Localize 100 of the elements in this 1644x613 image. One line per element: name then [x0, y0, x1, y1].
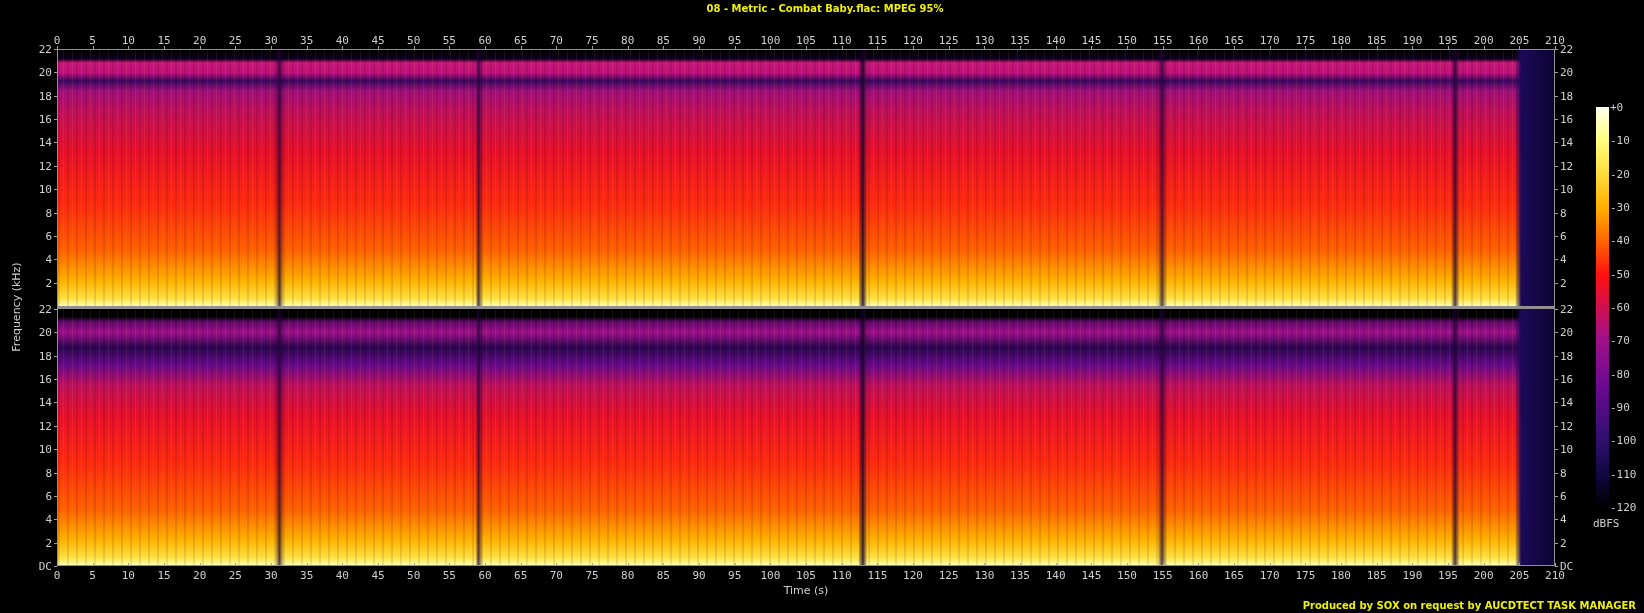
color-scale-label: -80	[1610, 367, 1630, 381]
time-tick-label: 175	[1295, 34, 1316, 47]
frequency-tick-label: 6	[1560, 489, 1567, 503]
time-tick-label: 115	[867, 569, 888, 582]
time-tick-label: 50	[407, 34, 421, 47]
time-tick-label: 160	[1188, 34, 1209, 47]
time-tick-label: 185	[1366, 34, 1387, 47]
time-tick-label: 95	[728, 34, 742, 47]
time-tick-label: 185	[1366, 569, 1387, 582]
time-tick-label: 75	[585, 569, 599, 582]
time-tick-label: 80	[621, 569, 635, 582]
frequency-tick-label: 14	[38, 135, 52, 149]
color-scale-unit: dBFS	[1593, 517, 1620, 530]
time-tick-label: 45	[371, 569, 385, 582]
frequency-tick-label: 4	[1560, 252, 1567, 266]
time-tick-label: 100	[760, 34, 781, 47]
time-tick-label: 25	[228, 569, 242, 582]
time-tick-label: 180	[1331, 569, 1351, 582]
time-tick-label: 90	[692, 34, 706, 47]
color-scale-label: -10	[1610, 133, 1630, 147]
frequency-tick-label: 22	[1560, 302, 1574, 316]
frequency-tick-label: 2	[1560, 536, 1567, 550]
frequency-tick-label: 6	[45, 489, 52, 503]
time-tick-label: 70	[549, 569, 563, 582]
frequency-tick-label: 18	[1560, 349, 1574, 363]
time-tick-label: 5	[89, 569, 96, 582]
time-tick-label: 70	[549, 34, 563, 47]
time-tick-label: 60	[478, 569, 492, 582]
frequency-tick-label: 16	[1560, 372, 1574, 386]
time-tick-label: 130	[974, 569, 995, 582]
time-tick-label: 190	[1402, 34, 1423, 47]
frequency-tick-label: 18	[1560, 89, 1574, 103]
time-tick-label: 55	[442, 34, 456, 47]
color-scale-label: -70	[1610, 333, 1630, 347]
frequency-tick-label: 4	[45, 512, 52, 526]
time-tick-label: 135	[1010, 34, 1030, 47]
frequency-tick-label: 10	[38, 442, 52, 456]
frequency-tick-label: 6	[1560, 229, 1567, 243]
frequency-tick-label: 12	[38, 159, 52, 173]
frequency-tick-label: 16	[38, 372, 52, 386]
color-scale-label: -20	[1610, 167, 1630, 181]
time-tick-label: 65	[514, 569, 528, 582]
time-tick-label: 50	[407, 569, 421, 582]
time-tick-label: 105	[796, 569, 816, 582]
time-tick-label: 165	[1224, 569, 1244, 582]
frequency-tick-label: 12	[1560, 419, 1574, 433]
time-tick-label: 30	[264, 34, 278, 47]
frequency-tick-label: 14	[1560, 135, 1574, 149]
frequency-tick-label: 20	[1560, 65, 1574, 79]
time-tick-label: 25	[228, 34, 242, 47]
frequency-tick-label: 10	[1560, 442, 1574, 456]
frequency-axis-label: Frequency (kHz)	[9, 262, 23, 352]
time-tick-label: 140	[1045, 569, 1066, 582]
color-scale-label: -90	[1610, 400, 1630, 414]
time-tick-label: 145	[1081, 34, 1102, 47]
time-tick-label: 180	[1331, 34, 1351, 47]
frequency-tick-label: 14	[38, 395, 52, 409]
time-tick-label: 0	[53, 34, 61, 47]
frequency-tick-label: 20	[38, 65, 52, 79]
time-tick-label: 35	[300, 569, 314, 582]
time-tick-label: 60	[478, 34, 492, 47]
time-tick-label: 95	[728, 569, 742, 582]
time-tick-label: 20	[193, 569, 207, 582]
frequency-tick-label: 2	[45, 276, 52, 290]
time-tick-label: 170	[1259, 569, 1280, 582]
frequency-tick-label: 12	[1560, 159, 1574, 173]
frequency-tick-label: 8	[45, 466, 52, 480]
frequency-tick-label: 16	[1560, 112, 1574, 126]
time-tick-label: 15	[157, 569, 171, 582]
frequency-tick-label: 16	[38, 112, 52, 126]
time-tick-label: 140	[1045, 34, 1066, 47]
time-tick-label: 195	[1438, 34, 1458, 47]
time-tick-label: 30	[264, 569, 278, 582]
frequency-tick-label: 10	[38, 182, 52, 196]
frequency-tick-label: 8	[1560, 206, 1567, 220]
time-tick-label: 90	[692, 569, 706, 582]
time-tick-label: 200	[1473, 34, 1494, 47]
frequency-tick-label: 4	[1560, 512, 1567, 526]
color-scale-label: -120	[1610, 500, 1637, 514]
time-tick-label: 10	[121, 569, 135, 582]
time-tick-label: 115	[867, 34, 888, 47]
spectrogram-title: 08 - Metric - Combat Baby.flac: MPEG 95%	[706, 2, 944, 14]
frequency-tick-label: 10	[1560, 182, 1574, 196]
time-tick-label: 155	[1152, 569, 1173, 582]
time-tick-label: 175	[1295, 569, 1316, 582]
frequency-tick-label: 8	[45, 206, 52, 220]
time-tick-label: 20	[193, 34, 207, 47]
time-tick-label: 15	[157, 34, 171, 47]
time-tick-label: 105	[796, 34, 816, 47]
frequency-tick-label: 8	[1560, 466, 1567, 480]
frequency-tick-label: 4	[45, 252, 52, 266]
time-tick-label: 150	[1117, 569, 1137, 582]
frequency-tick-label: 12	[38, 419, 52, 433]
frequency-tick-label: DC	[38, 559, 52, 573]
frequency-tick-label: 6	[45, 229, 52, 243]
time-tick-label: 170	[1259, 34, 1280, 47]
frequency-tick-label: 20	[1560, 325, 1574, 339]
time-tick-label: 75	[585, 34, 599, 47]
time-tick-label: 110	[831, 569, 852, 582]
time-tick-label: 135	[1010, 569, 1030, 582]
